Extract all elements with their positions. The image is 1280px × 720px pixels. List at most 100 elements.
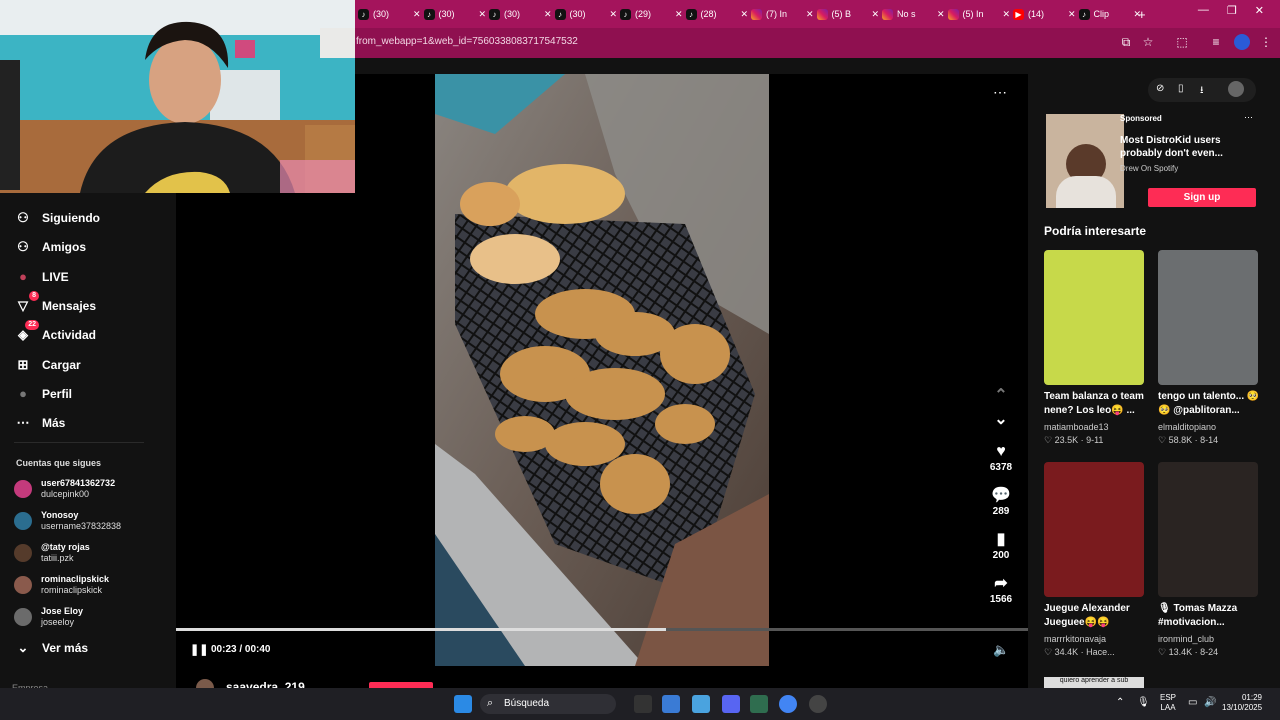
close-tab-icon[interactable]: ✕ xyxy=(610,9,618,20)
followed-account[interactable]: user67841362732 dulcepink00 xyxy=(14,478,115,500)
new-tab-button[interactable]: + xyxy=(1138,4,1146,24)
close-tab-icon[interactable]: ✕ xyxy=(1068,9,1076,20)
volume-icon[interactable]: 🔈 xyxy=(993,642,1009,658)
install-app-icon[interactable]: ⧉ xyxy=(1118,34,1134,50)
calculator-icon[interactable] xyxy=(750,695,768,713)
chrome-icon[interactable] xyxy=(779,695,797,713)
see-more-button[interactable]: ⌄ Ver más xyxy=(14,639,89,657)
download-icon[interactable]: ⭳ xyxy=(1200,83,1204,100)
tray-chevron-icon[interactable]: ⌃ xyxy=(1116,697,1124,708)
browser-tab[interactable]: (7) In ✕ xyxy=(751,4,814,24)
recommended-video-user[interactable]: marrrkitonavaja xyxy=(1044,633,1106,645)
followed-account[interactable]: Jose Eloy joseeloy xyxy=(14,606,83,628)
ad-title[interactable]: Most DistroKid users probably don't even… xyxy=(1120,134,1240,160)
sidebar-item-actividad[interactable]: ◈ 22 Actividad xyxy=(14,320,96,344)
sidebar-item-más[interactable]: ⋯ Más xyxy=(14,414,66,432)
chrome-menu-icon[interactable]: ⋮ xyxy=(1258,34,1274,50)
more-options-icon[interactable]: ⋯ xyxy=(993,84,1007,101)
sidebar-item-amigos[interactable]: ⚇ Amigos xyxy=(14,238,86,256)
close-tab-icon[interactable]: ✕ xyxy=(741,9,749,20)
task-view-icon[interactable] xyxy=(634,695,652,713)
close-window-icon[interactable]: ✕ xyxy=(1255,4,1264,17)
browser-tab[interactable]: ♪ (30) ✕ xyxy=(489,4,552,24)
close-tab-icon[interactable]: ✕ xyxy=(675,9,683,20)
browser-tab[interactable]: ♪ (29) ✕ xyxy=(620,4,683,24)
partial-card[interactable]: quiero aprender a sub xyxy=(1044,677,1144,688)
recommended-video-user[interactable]: elmalditopiano xyxy=(1158,421,1216,433)
followed-account[interactable]: Yonosoy username37832838 xyxy=(14,510,121,532)
recommended-video-thumbnail[interactable] xyxy=(1158,462,1258,597)
followed-account[interactable]: @taty rojas tatiii.pzk xyxy=(14,542,90,564)
ad-more-icon[interactable]: ⋯ xyxy=(1244,112,1253,123)
copilot-icon[interactable] xyxy=(662,695,680,713)
bookmark-star-icon[interactable]: ☆ xyxy=(1140,34,1156,50)
user-avatar-icon[interactable] xyxy=(1228,81,1244,97)
close-tab-icon[interactable]: ✕ xyxy=(872,9,880,20)
pause-icon[interactable]: ❚❚ xyxy=(190,643,208,656)
next-video-button[interactable]: ⌄ xyxy=(985,410,1017,430)
browser-tab[interactable]: ♪ (30) ✕ xyxy=(554,4,618,24)
comment-icon: 💬 xyxy=(991,487,1011,504)
profile-avatar-icon[interactable] xyxy=(1234,34,1250,50)
close-tab-icon[interactable]: ✕ xyxy=(937,9,945,20)
browser-tab[interactable]: ♪ (30) ✕ xyxy=(423,4,487,24)
close-tab-icon[interactable]: ✕ xyxy=(413,9,421,20)
browser-tab[interactable]: No s ✕ xyxy=(882,4,945,24)
reading-list-icon[interactable]: ≡ xyxy=(1208,34,1224,50)
browser-tab[interactable]: (5) B ✕ xyxy=(816,4,880,24)
recommended-video-thumbnail[interactable] xyxy=(1158,250,1258,385)
recommended-video-title[interactable]: tengo un talento... 🥺🥺 @pablitoran... xyxy=(1158,390,1263,418)
close-tab-icon[interactable]: ✕ xyxy=(544,9,552,20)
author-name[interactable]: saavedra_219 xyxy=(226,680,305,688)
sidebar-item-mensajes[interactable]: ▽ 8 Mensajes xyxy=(14,290,96,315)
sidebar-item-siguiendo[interactable]: ⚇ Siguiendo xyxy=(14,209,100,227)
language-indicator[interactable]: ESP LAA xyxy=(1160,693,1176,713)
close-tab-icon[interactable]: ✕ xyxy=(479,9,487,20)
tiktok-icon: ♪ xyxy=(358,8,369,20)
recommended-video-thumbnail[interactable] xyxy=(1044,462,1144,597)
video-player[interactable] xyxy=(435,74,769,666)
recommended-video-stats: ♡ 13.4K · 8-24 xyxy=(1158,647,1219,657)
edge-icon[interactable] xyxy=(692,695,710,713)
browser-tab[interactable]: ♪ (28) ✕ xyxy=(685,4,749,24)
recommended-video-user[interactable]: ironmind_club xyxy=(1158,633,1214,645)
like-button[interactable]: ♥ 6378 xyxy=(985,442,1017,473)
recommended-video-thumbnail[interactable] xyxy=(1044,250,1144,385)
browser-tab[interactable]: (5) In ✕ xyxy=(947,4,1011,24)
close-tab-icon[interactable]: ✕ xyxy=(806,9,814,20)
sidebar-item-perfil[interactable]: ● Perfil xyxy=(14,385,72,403)
device-icon[interactable]: ▯ xyxy=(1178,83,1184,94)
minimize-icon[interactable]: — xyxy=(1198,4,1209,17)
save-button[interactable]: ▮ 200 xyxy=(985,530,1017,561)
share-button[interactable]: ➦ 1566 xyxy=(985,574,1017,605)
prev-video-button[interactable]: ⌃ xyxy=(985,386,1017,406)
close-tab-icon[interactable]: ✕ xyxy=(1003,9,1011,20)
recommended-video-title[interactable]: Juegue Alexander Jueguee😝😝 xyxy=(1044,602,1149,630)
url-text[interactable]: from_webapp=1&web_id=7560338083717547532 xyxy=(356,36,578,47)
browser-tab[interactable]: ▶ (14) ✕ xyxy=(1013,4,1076,24)
browser-tab[interactable]: ♪ Clip ✕ xyxy=(1078,4,1141,24)
browser-tab[interactable]: ♪ (30) ✕ xyxy=(358,4,421,24)
comment-button[interactable]: 💬 289 xyxy=(985,486,1017,517)
followed-account[interactable]: rominaclipskick rominaclipskick xyxy=(14,574,109,596)
clock[interactable]: 01:29 13/10/2025 xyxy=(1222,693,1262,713)
sidebar-item-live[interactable]: ● LIVE xyxy=(14,268,69,286)
recommended-video-title[interactable]: 🎙 Tomas Mazza #motivacion... xyxy=(1158,602,1263,630)
recommended-video-user[interactable]: matiamboade13 xyxy=(1044,421,1109,433)
link-icon[interactable]: ⊘ xyxy=(1156,83,1164,94)
signup-button[interactable]: Sign up xyxy=(1148,188,1256,207)
recommended-video-title[interactable]: Team balanza o team nene? Los leo😝 ... xyxy=(1044,390,1149,418)
discord-icon[interactable] xyxy=(722,695,740,713)
language-code: ESP xyxy=(1160,693,1177,702)
volume-tray-icon[interactable]: 🔊 xyxy=(1204,697,1216,708)
sidebar-item-cargar[interactable]: ⊞ Cargar xyxy=(14,356,81,374)
microphone-icon[interactable]: 🎙 xyxy=(1137,697,1150,708)
obs-icon[interactable] xyxy=(809,695,827,713)
windows-start-icon[interactable] xyxy=(454,695,472,713)
ad-thumbnail[interactable] xyxy=(1046,114,1124,208)
taskbar-search[interactable]: ⌕ Búsqueda xyxy=(480,694,616,714)
network-icon[interactable]: ▭ xyxy=(1188,697,1197,708)
extensions-icon[interactable]: ⬚ xyxy=(1174,34,1190,50)
restore-icon[interactable]: ❐ xyxy=(1227,4,1237,17)
video-frame xyxy=(435,74,769,666)
